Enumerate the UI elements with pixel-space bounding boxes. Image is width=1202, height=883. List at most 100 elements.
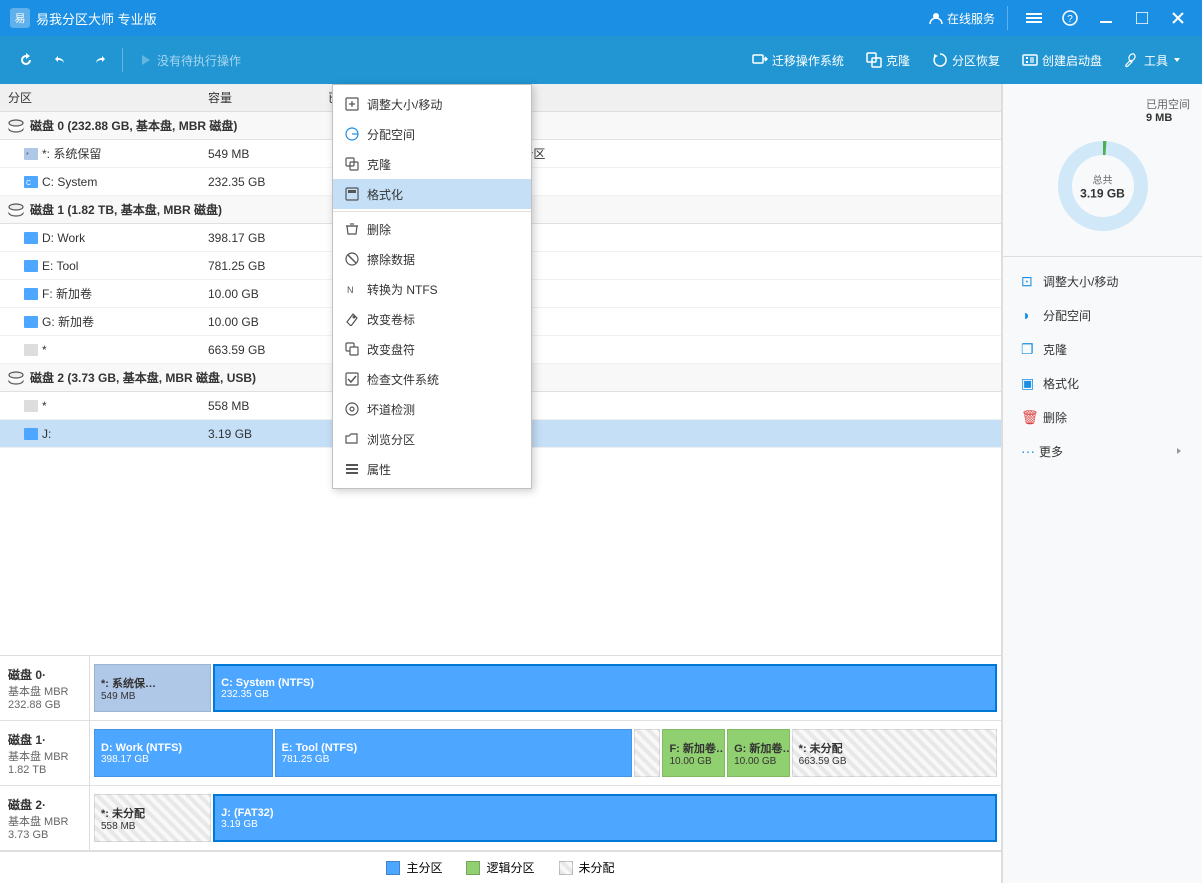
- minimize-btn[interactable]: [1092, 4, 1120, 32]
- right-panel: 已用空间 9 MB 总共 3.19 GB ⊡ 调整大小/移动: [1002, 84, 1202, 883]
- ctx-surface-test[interactable]: 坏道检测: [333, 394, 531, 424]
- maximize-btn[interactable]: [1128, 4, 1156, 32]
- disk-segment[interactable]: F: 新加卷… 10.00 GB: [662, 729, 725, 777]
- legend-color-primary: [386, 861, 400, 875]
- svg-text:?: ?: [1067, 14, 1073, 25]
- legend-color-unallocated: [559, 861, 573, 875]
- disk-segment[interactable]: E: Tool (NTFS) 781.25 GB: [275, 729, 632, 777]
- refresh-icon: [18, 52, 34, 68]
- ctx-clone[interactable]: 克隆: [333, 149, 531, 179]
- ctx-ntfs-icon: N: [345, 282, 359, 296]
- pending-ops-btn: 没有待执行操作: [131, 43, 249, 77]
- close-btn[interactable]: [1164, 4, 1192, 32]
- partition-name: *: [0, 343, 200, 357]
- disk-icon: [8, 118, 24, 134]
- disk-info-chart: 已用空间 9 MB 总共 3.19 GB: [1003, 84, 1202, 257]
- legend-primary: 主分区: [386, 859, 442, 876]
- ctx-resize[interactable]: 调整大小/移动: [333, 89, 531, 119]
- menu-btn[interactable]: [1020, 4, 1048, 32]
- disk1-label: 磁盘 1· 基本盘 MBR 1.82 TB: [0, 721, 90, 785]
- partition-name: F: 新加卷: [0, 285, 200, 302]
- maximize-icon: [1136, 12, 1148, 24]
- disk2-visual: 磁盘 2· 基本盘 MBR 3.73 GB *: 未分配 558 MB J: (…: [0, 786, 1001, 851]
- ctx-format-icon: [345, 187, 359, 201]
- right-delete-btn[interactable]: 🗑 删除: [1011, 401, 1194, 433]
- ctx-wipe[interactable]: 擦除数据: [333, 244, 531, 274]
- part-icon: [24, 344, 38, 356]
- undo-btn[interactable]: [46, 43, 78, 77]
- svg-text:易: 易: [15, 12, 26, 25]
- ctx-wipe-icon: [345, 252, 359, 266]
- recovery-btn[interactable]: 分区恢复: [922, 43, 1010, 77]
- right-format-btn[interactable]: ▣ 格式化: [1011, 367, 1194, 399]
- help-btn[interactable]: ?: [1056, 4, 1084, 32]
- ctx-convert-ntfs[interactable]: N 转换为 NTFS: [333, 274, 531, 304]
- close-icon: [1172, 12, 1184, 24]
- boot-disk-btn[interactable]: 创建启动盘: [1012, 43, 1112, 77]
- right-allocate-btn[interactable]: ◑ 分配空间: [1011, 299, 1194, 331]
- migrate-icon: [752, 52, 768, 68]
- ctx-properties[interactable]: 属性: [333, 454, 531, 484]
- help-icon: ?: [1062, 10, 1078, 26]
- disk-segment[interactable]: *: 未分配 663.59 GB: [792, 729, 997, 777]
- donut-center-text: 总共 3.19 GB: [1080, 172, 1125, 201]
- disk-segment[interactable]: D: Work (NTFS) 398.17 GB: [94, 729, 273, 777]
- tools-icon: [1124, 52, 1140, 68]
- partition-capacity: 549 MB: [200, 147, 320, 161]
- donut-chart: 总共 3.19 GB: [1053, 136, 1153, 236]
- partition-name: J:: [0, 427, 200, 441]
- clone-btn[interactable]: 克隆: [856, 43, 920, 77]
- part-icon: [24, 232, 38, 244]
- clone-icon: [866, 52, 882, 68]
- part-icon: [24, 400, 38, 412]
- ctx-allocate[interactable]: 分配空间: [333, 119, 531, 149]
- disk-segment-selected[interactable]: C: System (NTFS) 232.35 GB: [213, 664, 997, 712]
- part-icon: [24, 288, 38, 300]
- disk0-label: 磁盘 0· 基本盘 MBR 232.88 GB: [0, 656, 90, 720]
- ctx-separator: [333, 211, 531, 212]
- ctx-change-letter[interactable]: 改变盘符: [333, 334, 531, 364]
- part-icon: [24, 316, 38, 328]
- title-bar: 易 易我分区大师 专业版 在线服务 ?: [0, 0, 1202, 36]
- migrate-os-btn[interactable]: 迁移操作系统: [742, 43, 854, 77]
- tools-dropdown-icon: [1172, 55, 1182, 65]
- legend-logical: 逻辑分区: [466, 859, 534, 876]
- ctx-clone-icon: [345, 157, 359, 171]
- disk-segment[interactable]: *: 未分配 558 MB: [94, 794, 211, 842]
- disk0-visual: 磁盘 0· 基本盘 MBR 232.88 GB *: 系统保… 549 MB C…: [0, 656, 1001, 721]
- ctx-check-fs[interactable]: 检查文件系统: [333, 364, 531, 394]
- redo-btn[interactable]: [82, 43, 114, 77]
- svg-text:C: C: [26, 180, 31, 187]
- disk-segment[interactable]: [634, 729, 661, 777]
- allocate-icon: ◑: [1021, 307, 1037, 323]
- right-resize-btn[interactable]: ⊡ 调整大小/移动: [1011, 265, 1194, 297]
- right-more-btn[interactable]: ··· 更多: [1011, 435, 1194, 467]
- legend-unallocated: 未分配: [559, 859, 615, 876]
- disk-icon: [8, 370, 24, 386]
- disk-segment[interactable]: G: 新加卷… 10.00 GB: [727, 729, 790, 777]
- used-label: 已用空间 9 MB: [1146, 96, 1190, 124]
- disk1-visual: 磁盘 1· 基本盘 MBR 1.82 TB D: Work (NTFS) 398…: [0, 721, 1001, 786]
- app-icon: 易: [10, 8, 30, 28]
- right-actions: ⊡ 调整大小/移动 ◑ 分配空间 ❐ 克隆 ▣ 格式化 🗑 删除 ···: [1003, 257, 1202, 475]
- disk-segment[interactable]: *: 系统保… 549 MB: [94, 664, 211, 712]
- ctx-checkfs-icon: [345, 372, 359, 386]
- person-icon: [929, 11, 943, 25]
- toolbar: 没有待执行操作 迁移操作系统 克隆 分区恢复 创建启动盘 工具: [0, 36, 1202, 84]
- disk-segment-selected[interactable]: J: (FAT32) 3.19 GB: [213, 794, 997, 842]
- legend-color-logical: [466, 861, 480, 875]
- ctx-delete[interactable]: 删除: [333, 214, 531, 244]
- ctx-browse[interactable]: 浏览分区: [333, 424, 531, 454]
- ctx-format[interactable]: 格式化: [333, 179, 531, 209]
- context-menu: 调整大小/移动 分配空间 克隆 格式化 删除 擦除数据 N 转换为 NTFS 改…: [332, 84, 532, 489]
- ctx-allocate-icon: [345, 127, 359, 141]
- tools-btn[interactable]: 工具: [1114, 43, 1192, 77]
- ctx-change-label[interactable]: 改变卷标: [333, 304, 531, 334]
- refresh-btn[interactable]: [10, 43, 42, 77]
- disk1-bar: D: Work (NTFS) 398.17 GB E: Tool (NTFS) …: [90, 721, 1001, 785]
- disk0-bar: *: 系统保… 549 MB C: System (NTFS) 232.35 G…: [90, 656, 1001, 720]
- ctx-delete-icon: [345, 222, 359, 236]
- ctx-label-icon: [345, 312, 359, 326]
- online-service-btn[interactable]: 在线服务: [929, 10, 995, 27]
- right-clone-btn[interactable]: ❐ 克隆: [1011, 333, 1194, 365]
